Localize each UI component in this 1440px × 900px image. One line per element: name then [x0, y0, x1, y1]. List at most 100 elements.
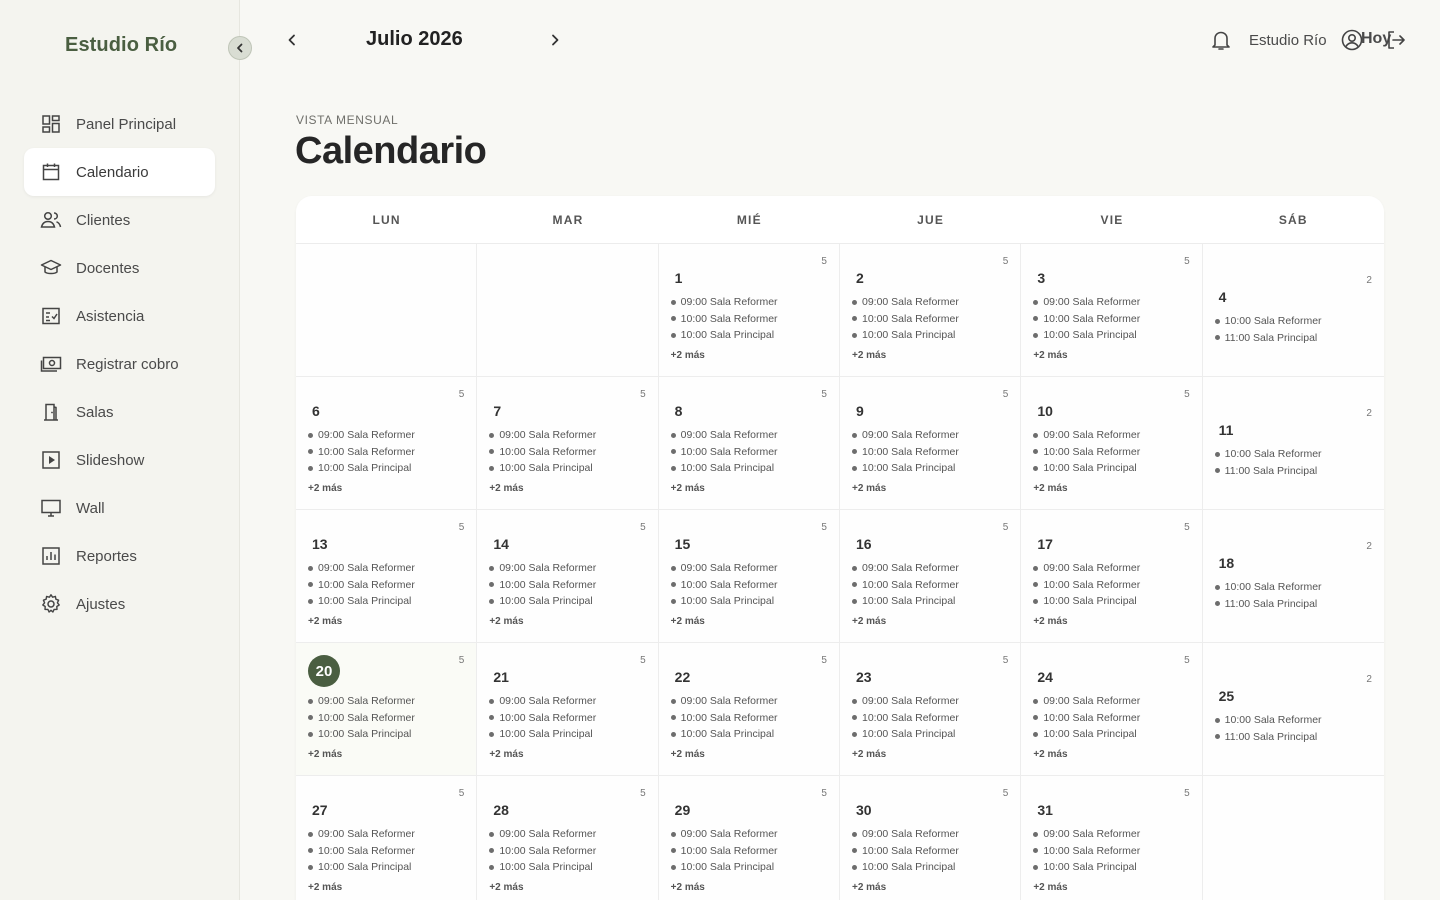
event-item[interactable]: 10:00 Sala Reformer: [1033, 311, 1193, 328]
event-item[interactable]: 10:00 Sala Principal: [851, 726, 1012, 743]
day-cell[interactable]: 31 5 09:00 Sala Reformer 10:00 Sala Reforme…: [1021, 776, 1203, 900]
day-cell[interactable]: 13 5 09:00 Sala Reformer 10:00 Sala Reforme…: [296, 510, 478, 643]
event-item[interactable]: 11:00 Sala Principal: [1214, 463, 1376, 480]
day-cell[interactable]: 16 5 09:00 Sala Reformer 10:00 Sala Reforme…: [839, 510, 1022, 643]
sidebar-item-clientes[interactable]: Clientes: [24, 196, 215, 244]
event-item[interactable]: 10:00 Sala Reformer: [851, 311, 1012, 328]
more-events-link[interactable]: +2 más: [489, 749, 649, 760]
more-events-link[interactable]: +2 más: [308, 882, 468, 893]
more-events-link[interactable]: +2 más: [1033, 749, 1193, 760]
event-item[interactable]: 10:00 Sala Reformer: [1214, 712, 1376, 729]
event-item[interactable]: 09:00 Sala Reformer: [1033, 294, 1193, 311]
event-item[interactable]: 09:00 Sala Reformer: [670, 693, 831, 710]
more-events-link[interactable]: +2 más: [671, 749, 831, 760]
event-item[interactable]: 09:00 Sala Reformer: [489, 427, 649, 444]
event-item[interactable]: 10:00 Sala Principal: [851, 327, 1012, 344]
event-item[interactable]: 10:00 Sala Principal: [489, 593, 649, 610]
more-events-link[interactable]: +2 más: [671, 882, 831, 893]
sidebar-item-ajustes[interactable]: Ajustes: [24, 580, 215, 628]
event-item[interactable]: 10:00 Sala Principal: [670, 859, 831, 876]
event-item[interactable]: 11:00 Sala Principal: [1214, 596, 1376, 613]
sidebar-item-slideshow[interactable]: Slideshow: [24, 436, 215, 484]
event-item[interactable]: 10:00 Sala Principal: [1033, 327, 1193, 344]
collapse-sidebar-button[interactable]: [228, 36, 252, 60]
more-events-link[interactable]: +2 más: [489, 882, 649, 893]
next-month-button[interactable]: [543, 28, 567, 52]
more-events-link[interactable]: +2 más: [852, 616, 1012, 627]
event-item[interactable]: 10:00 Sala Principal: [308, 593, 468, 610]
event-item[interactable]: 10:00 Sala Reformer: [308, 843, 468, 860]
event-item[interactable]: 09:00 Sala Reformer: [670, 294, 831, 311]
day-cell[interactable]: 25 2 10:00 Sala Reformer 11:00 Sala Princip…: [1202, 643, 1384, 776]
more-events-link[interactable]: +2 más: [671, 350, 831, 361]
event-item[interactable]: 11:00 Sala Principal: [1214, 729, 1376, 746]
day-cell[interactable]: 27 5 09:00 Sala Reformer 10:00 Sala Reforme…: [296, 776, 478, 900]
event-item[interactable]: 10:00 Sala Reformer: [489, 710, 649, 727]
sidebar-item-panel-principal[interactable]: Panel Principal: [24, 100, 215, 148]
event-item[interactable]: 10:00 Sala Reformer: [308, 444, 468, 461]
day-cell[interactable]: 15 5 09:00 Sala Reformer 10:00 Sala Reforme…: [658, 510, 840, 643]
event-item[interactable]: 10:00 Sala Reformer: [851, 843, 1012, 860]
event-item[interactable]: 10:00 Sala Reformer: [1214, 313, 1376, 330]
event-item[interactable]: 10:00 Sala Principal: [670, 327, 831, 344]
event-item[interactable]: 10:00 Sala Reformer: [489, 843, 649, 860]
event-item[interactable]: 10:00 Sala Reformer: [489, 444, 649, 461]
event-item[interactable]: 09:00 Sala Reformer: [851, 826, 1012, 843]
event-item[interactable]: 09:00 Sala Reformer: [670, 560, 831, 577]
more-events-link[interactable]: +2 más: [852, 350, 1012, 361]
event-item[interactable]: 10:00 Sala Reformer: [1033, 843, 1193, 860]
event-item[interactable]: 10:00 Sala Reformer: [851, 577, 1012, 594]
day-cell[interactable]: 8 5 09:00 Sala Reformer 10:00 Sala Reformer…: [658, 377, 840, 510]
day-cell[interactable]: 17 5 09:00 Sala Reformer 10:00 Sala Reforme…: [1021, 510, 1203, 643]
event-item[interactable]: 10:00 Sala Reformer: [308, 710, 468, 727]
day-cell[interactable]: 22 5 09:00 Sala Reformer 10:00 Sala Reforme…: [658, 643, 840, 776]
day-cell[interactable]: 21 5 09:00 Sala Reformer 10:00 Sala Reforme…: [477, 643, 659, 776]
event-item[interactable]: 10:00 Sala Reformer: [670, 311, 831, 328]
day-cell[interactable]: 30 5 09:00 Sala Reformer 10:00 Sala Reforme…: [839, 776, 1022, 900]
sidebar-item-reportes[interactable]: Reportes: [24, 532, 215, 580]
event-item[interactable]: 09:00 Sala Reformer: [489, 693, 649, 710]
day-cell[interactable]: 3 5 09:00 Sala Reformer 10:00 Sala Reformer…: [1021, 244, 1203, 377]
day-cell[interactable]: 11 2 10:00 Sala Reformer 11:00 Sala Princip…: [1202, 377, 1384, 510]
sidebar-item-wall[interactable]: Wall: [24, 484, 215, 532]
more-events-link[interactable]: +2 más: [308, 616, 468, 627]
more-events-link[interactable]: +2 más: [489, 616, 649, 627]
day-cell[interactable]: 2 5 09:00 Sala Reformer 10:00 Sala Reformer…: [839, 244, 1022, 377]
event-item[interactable]: 09:00 Sala Reformer: [489, 560, 649, 577]
event-item[interactable]: 09:00 Sala Reformer: [1033, 693, 1193, 710]
day-cell[interactable]: 23 5 09:00 Sala Reformer 10:00 Sala Reforme…: [839, 643, 1022, 776]
more-events-link[interactable]: +2 más: [852, 483, 1012, 494]
event-item[interactable]: 10:00 Sala Principal: [851, 859, 1012, 876]
more-events-link[interactable]: +2 más: [671, 483, 831, 494]
more-events-link[interactable]: +2 más: [1033, 882, 1193, 893]
event-item[interactable]: 10:00 Sala Principal: [489, 726, 649, 743]
day-cell[interactable]: 28 5 09:00 Sala Reformer 10:00 Sala Reforme…: [477, 776, 659, 900]
event-item[interactable]: 09:00 Sala Reformer: [851, 427, 1012, 444]
event-item[interactable]: 09:00 Sala Reformer: [670, 427, 831, 444]
day-cell[interactable]: 24 5 09:00 Sala Reformer 10:00 Sala Reforme…: [1021, 643, 1203, 776]
event-item[interactable]: 10:00 Sala Reformer: [851, 710, 1012, 727]
event-item[interactable]: 09:00 Sala Reformer: [308, 427, 468, 444]
event-item[interactable]: 09:00 Sala Reformer: [308, 826, 468, 843]
sidebar-item-registrar-cobro[interactable]: Registrar cobro: [24, 340, 215, 388]
sidebar-item-calendario[interactable]: Calendario: [24, 148, 215, 196]
event-item[interactable]: 09:00 Sala Reformer: [851, 693, 1012, 710]
day-cell[interactable]: 1 5 09:00 Sala Reformer 10:00 Sala Reformer…: [658, 244, 840, 377]
sidebar-item-salas[interactable]: Salas: [24, 388, 215, 436]
previous-month-button[interactable]: [280, 28, 304, 52]
event-item[interactable]: 11:00 Sala Principal: [1214, 330, 1376, 347]
event-item[interactable]: 10:00 Sala Principal: [670, 726, 831, 743]
event-item[interactable]: 10:00 Sala Principal: [308, 726, 468, 743]
event-item[interactable]: 10:00 Sala Principal: [1033, 726, 1193, 743]
event-item[interactable]: 10:00 Sala Reformer: [670, 710, 831, 727]
event-item[interactable]: 10:00 Sala Principal: [670, 593, 831, 610]
event-item[interactable]: 09:00 Sala Reformer: [308, 693, 468, 710]
notifications-button[interactable]: [1210, 28, 1232, 57]
event-item[interactable]: 10:00 Sala Principal: [489, 859, 649, 876]
event-item[interactable]: 09:00 Sala Reformer: [851, 294, 1012, 311]
day-cell[interactable]: 6 5 09:00 Sala Reformer 10:00 Sala Reformer…: [296, 377, 478, 510]
event-item[interactable]: 10:00 Sala Reformer: [1033, 710, 1193, 727]
event-item[interactable]: 09:00 Sala Reformer: [489, 826, 649, 843]
day-cell[interactable]: 4 2 10:00 Sala Reformer 11:00 Sala Principa…: [1202, 244, 1384, 377]
more-events-link[interactable]: +2 más: [671, 616, 831, 627]
